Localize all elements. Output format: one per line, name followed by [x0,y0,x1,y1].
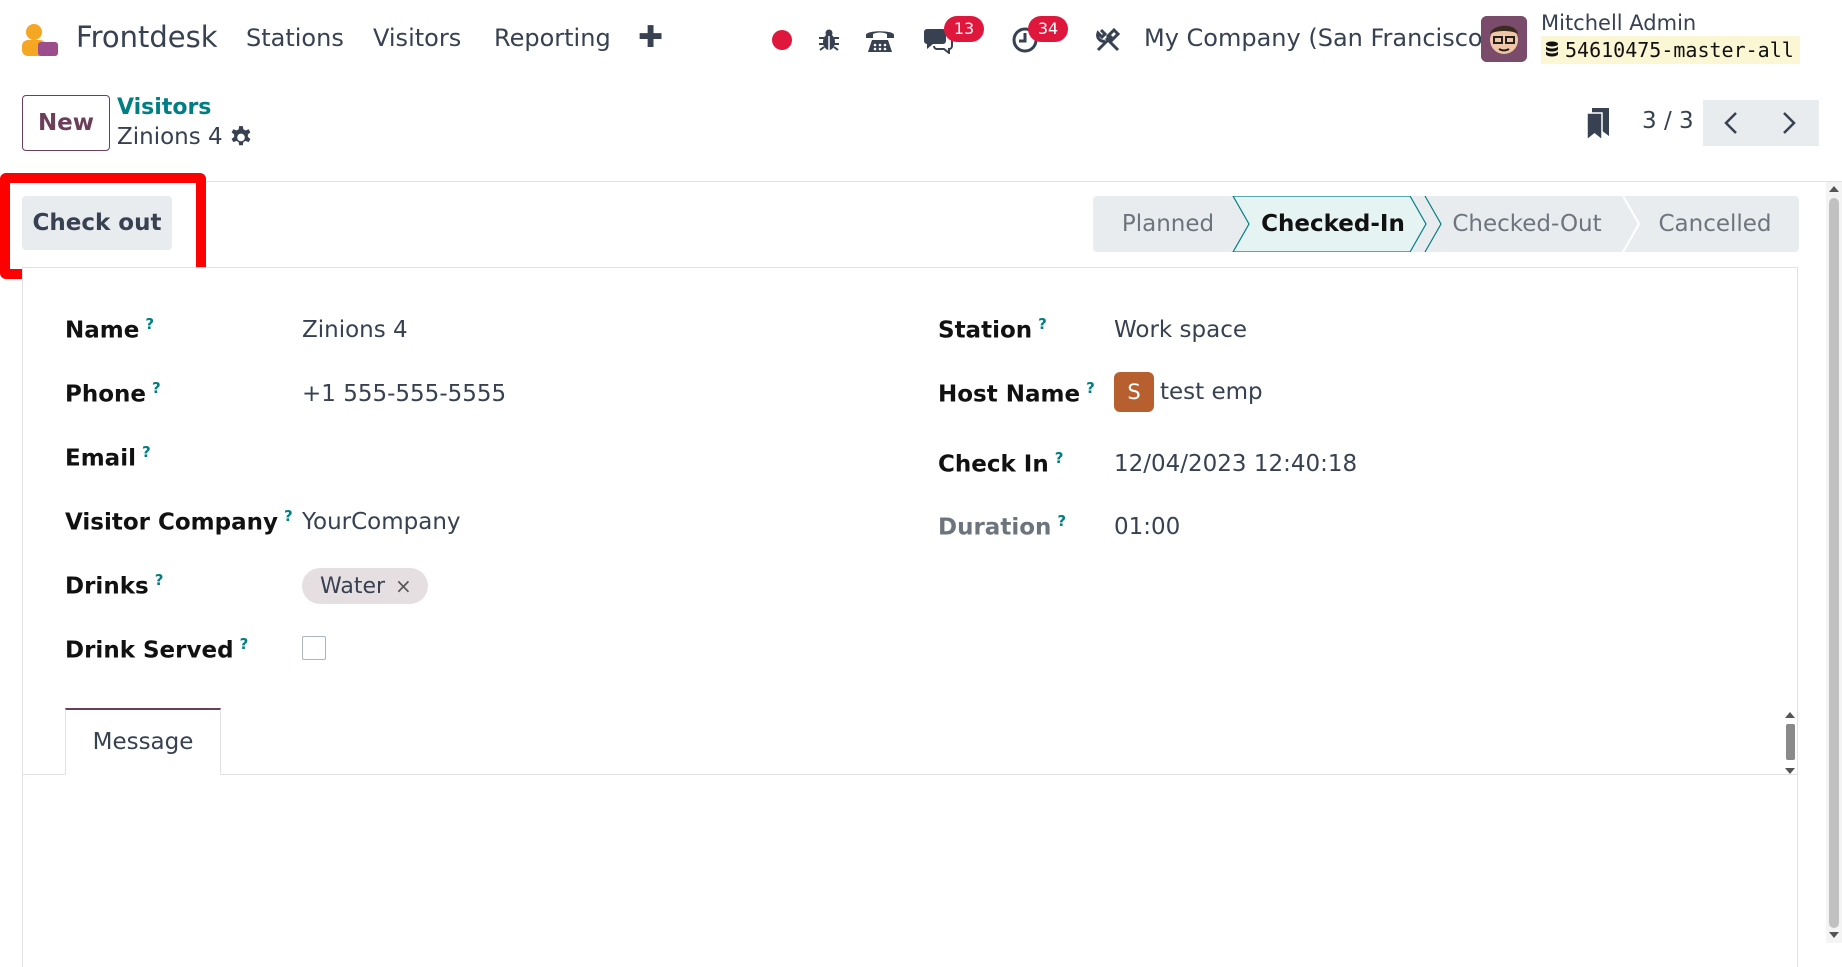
database-icon [1546,41,1558,57]
control-panel-divider [0,181,1842,182]
user-name[interactable]: Mitchell Admin [1541,11,1696,35]
host-name-field[interactable]: test emp [1160,379,1263,405]
stage-checked-in[interactable]: Checked-In [1243,196,1423,252]
check-in-label: Check In? [938,449,1064,478]
tools-icon[interactable] [1092,24,1124,56]
frontdesk-app-icon[interactable] [20,22,60,58]
notebook-scrollbar[interactable] [1784,712,1796,774]
duration-label: Duration? [938,512,1067,541]
recording-icon[interactable] [766,24,798,56]
tab-message[interactable]: Message [65,708,221,775]
station-label: Station? [938,315,1047,344]
drink-served-checkbox[interactable] [302,636,326,660]
help-icon[interactable]: ? [284,507,293,525]
activities-badge: 34 [1028,16,1068,42]
host-avatar[interactable]: S [1114,372,1154,412]
visitor-company-field[interactable]: YourCompany [302,509,461,535]
database-name: 54610475-master-all [1541,36,1800,64]
plus-icon[interactable]: ✚ [638,20,663,55]
help-icon[interactable]: ? [1057,512,1066,530]
stage-planned[interactable]: Planned [1093,196,1243,252]
email-label: Email? [65,443,151,472]
tag-remove-icon[interactable]: × [395,574,412,598]
help-icon[interactable]: ? [155,571,164,589]
name-label: Name? [65,315,155,344]
messages-badge: 13 [944,16,984,42]
email-field[interactable] [302,445,862,475]
phone-field[interactable]: +1 555-555-5555 [302,381,506,407]
breadcrumb-visitors[interactable]: Visitors [117,95,211,120]
name-field[interactable]: Zinions 4 [302,317,408,343]
top-navbar: Frontdesk Stations Visitors Reporting ✚ … [0,0,1842,78]
breadcrumb-current: Zinions 4 [117,124,223,150]
new-button[interactable]: New [22,95,110,151]
user-avatar[interactable] [1481,16,1527,62]
app-name[interactable]: Frontdesk [76,20,218,54]
help-icon[interactable]: ? [1086,379,1095,397]
help-icon[interactable]: ? [152,379,161,397]
help-icon[interactable]: ? [1038,315,1047,333]
bookmark-icon[interactable] [1585,108,1611,140]
check-in-field[interactable]: 12/04/2023 12:40:18 [1114,451,1357,477]
station-field[interactable]: Work space [1114,317,1247,343]
status-bar: Planned Checked-In Checked-Out Cancelled [1093,196,1799,252]
stage-checked-out[interactable]: Checked-Out [1431,196,1623,252]
pager-previous-button[interactable] [1703,100,1759,146]
chevron-right-icon [1783,112,1796,134]
phone-icon[interactable] [864,24,896,56]
notebook-divider [22,774,1798,775]
duration-field: 01:00 [1114,514,1181,540]
pager-next-button[interactable] [1759,100,1819,146]
database-name-text: 54610475-master-all [1565,38,1794,62]
chevron-left-icon [1724,112,1737,134]
host-name-label: Host Name? [938,379,1095,408]
drink-tag-label: Water [320,573,386,599]
help-icon[interactable]: ? [145,315,154,333]
help-icon[interactable]: ? [240,635,249,653]
visitor-company-label: Visitor Company? [65,507,293,536]
drink-tag-water: Water × [302,568,428,604]
help-icon[interactable]: ? [1055,449,1064,467]
bug-icon[interactable] [813,24,845,56]
menu-visitors[interactable]: Visitors [373,24,461,52]
drink-served-label: Drink Served? [65,635,249,664]
drinks-label: Drinks? [65,571,164,600]
menu-reporting[interactable]: Reporting [494,24,611,52]
page-scrollbar[interactable] [1826,182,1842,943]
help-icon[interactable]: ? [142,443,151,461]
company-switcher[interactable]: My Company (San Francisco) [1144,24,1492,52]
form-sheet [22,267,1798,967]
check-out-highlight-box [0,173,206,279]
gear-icon[interactable] [228,125,254,151]
menu-stations[interactable]: Stations [246,24,344,52]
stage-cancelled[interactable]: Cancelled [1631,196,1799,252]
phone-label: Phone? [65,379,161,408]
pager-value[interactable]: 3 / 3 [1642,108,1694,134]
